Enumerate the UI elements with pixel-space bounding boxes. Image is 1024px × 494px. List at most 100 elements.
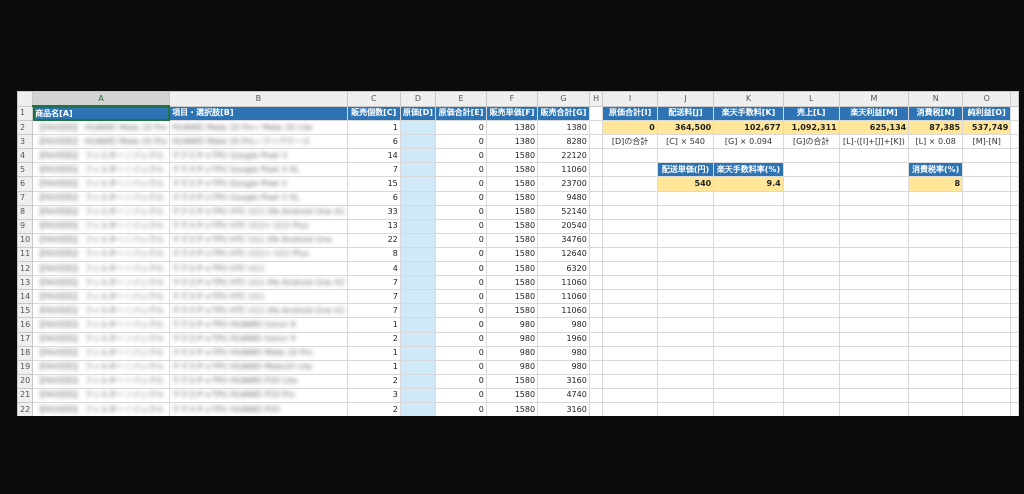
- product-cell-a[interactable]: 【FAX対応】 フィルター / バックル: [32, 387, 171, 403]
- product-cell-e[interactable]: 0: [435, 303, 487, 319]
- column-header-j[interactable]: J: [656, 91, 715, 107]
- cell[interactable]: [713, 289, 784, 305]
- product-cell-a[interactable]: 【FAX対応】 フィルター / バックル: [32, 359, 171, 375]
- product-cell-g[interactable]: 980: [537, 359, 590, 375]
- cell[interactable]: [713, 246, 784, 263]
- cell[interactable]: [588, 218, 604, 234]
- cell[interactable]: [908, 345, 964, 361]
- product-cell-f[interactable]: 1580: [485, 387, 539, 403]
- cell[interactable]: [602, 303, 658, 319]
- product-cell-e[interactable]: 0: [435, 373, 487, 389]
- product-cell-g[interactable]: 12640: [537, 246, 590, 263]
- product-cell-f[interactable]: 1580: [485, 303, 539, 319]
- cell[interactable]: [962, 317, 1012, 333]
- product-cell-c[interactable]: 7: [346, 303, 401, 319]
- cell[interactable]: [399, 289, 437, 305]
- cell[interactable]: [588, 373, 604, 389]
- product-cell-e[interactable]: 0: [435, 204, 487, 220]
- cell[interactable]: [908, 204, 964, 220]
- row-header[interactable]: 8: [17, 204, 34, 220]
- product-cell-c[interactable]: 1: [346, 359, 401, 375]
- cell[interactable]: [782, 359, 840, 375]
- cell[interactable]: [838, 387, 910, 403]
- product-cell-a[interactable]: 【FAX対応】 フィルター / バックル: [32, 246, 171, 263]
- cell[interactable]: [962, 331, 1012, 347]
- product-cell-f[interactable]: 1580: [485, 261, 539, 277]
- cell[interactable]: [399, 359, 437, 375]
- cell[interactable]: [656, 204, 715, 220]
- cell[interactable]: [713, 359, 784, 375]
- cell[interactable]: [656, 218, 715, 234]
- product-cell-e[interactable]: 0: [435, 148, 487, 164]
- cell[interactable]: [399, 246, 437, 263]
- product-cell-g[interactable]: 1960: [537, 331, 590, 347]
- product-cell-a[interactable]: 【FAX対応】 フィルター / バックル: [32, 331, 171, 347]
- cell[interactable]: [602, 345, 658, 361]
- row-header[interactable]: 12: [17, 261, 34, 277]
- cell[interactable]: [399, 134, 437, 150]
- cell[interactable]: [962, 190, 1012, 206]
- product-cell-e[interactable]: 0: [435, 289, 487, 305]
- cell[interactable]: [782, 289, 840, 305]
- product-cell-a[interactable]: 【FAX対応】 フィルター / バックル: [32, 373, 171, 389]
- product-cell-g[interactable]: 11060: [537, 289, 590, 305]
- cell[interactable]: [838, 289, 910, 305]
- row-header[interactable]: 18: [17, 345, 34, 361]
- cell[interactable]: [1010, 218, 1019, 234]
- cell[interactable]: [602, 401, 658, 416]
- ship-rate-label[interactable]: 配送単価(円): [656, 162, 715, 178]
- product-cell-f[interactable]: 1580: [485, 289, 539, 305]
- product-cell-f[interactable]: 1580: [485, 176, 539, 192]
- cell[interactable]: [602, 317, 658, 333]
- product-cell-c[interactable]: 22: [346, 232, 401, 248]
- cell[interactable]: [656, 190, 715, 206]
- product-cell-f[interactable]: 980: [485, 331, 539, 347]
- cell[interactable]: [602, 359, 658, 375]
- cell[interactable]: [962, 387, 1012, 403]
- column-header-k[interactable]: K: [713, 91, 784, 107]
- cell[interactable]: [782, 303, 840, 319]
- cell[interactable]: [588, 401, 604, 416]
- header-cell-f[interactable]: 販売単価[F]: [485, 105, 539, 122]
- header-cell-a[interactable]: 商品名[A]: [32, 105, 171, 122]
- cell[interactable]: [782, 232, 840, 248]
- cell[interactable]: [713, 204, 784, 220]
- product-cell-b[interactable]: テクスチャTPU HTC U11 life Android One X2: [169, 303, 348, 319]
- product-cell-a[interactable]: 【FAX対応】 フィルター / バックル: [32, 162, 171, 178]
- cell[interactable]: [588, 275, 604, 291]
- product-cell-e[interactable]: 0: [435, 246, 487, 263]
- spreadsheet[interactable]: A B C D E F G H I J K L M N O 1 商品名[A] 項目・選択肢[B] 販売個数[C] 原価…: [17, 91, 1019, 416]
- cell[interactable]: [838, 317, 910, 333]
- cell[interactable]: [602, 261, 658, 277]
- product-cell-f[interactable]: 1580: [485, 373, 539, 389]
- cell[interactable]: [962, 303, 1012, 319]
- product-cell-a[interactable]: 【FAX対応】 フィルター / バックル: [32, 218, 171, 234]
- cell[interactable]: [838, 148, 910, 164]
- cell[interactable]: [838, 401, 910, 416]
- product-cell-g[interactable]: 3160: [537, 401, 590, 416]
- product-cell-c[interactable]: 13: [346, 218, 401, 234]
- product-cell-f[interactable]: 1380: [485, 120, 539, 136]
- cell[interactable]: [782, 246, 840, 263]
- column-header-c[interactable]: C: [346, 91, 401, 107]
- formula-note-k[interactable]: [G] × 0.094: [713, 134, 784, 150]
- cell[interactable]: [713, 345, 784, 361]
- cell[interactable]: [602, 373, 658, 389]
- product-cell-b[interactable]: テクスチャTPU HUAWEI P20 Lite: [169, 373, 348, 389]
- header-cell-m[interactable]: 楽天利益[M]: [838, 105, 910, 122]
- cell[interactable]: [962, 345, 1012, 361]
- cell[interactable]: [908, 387, 964, 403]
- cell[interactable]: [399, 387, 437, 403]
- summary-value-j[interactable]: 364,500: [656, 120, 715, 136]
- cell[interactable]: [602, 232, 658, 248]
- product-cell-e[interactable]: 0: [435, 176, 487, 192]
- product-cell-a[interactable]: 【FAX対応】 フィルター / バックル: [32, 289, 171, 305]
- product-cell-g[interactable]: 11060: [537, 162, 590, 178]
- cell[interactable]: [782, 204, 840, 220]
- cell[interactable]: [588, 345, 604, 361]
- product-cell-b[interactable]: テクスチャTPU HUAWEI honor 9: [169, 331, 348, 347]
- cell[interactable]: [962, 289, 1012, 305]
- product-cell-a[interactable]: 【FAX対応】 フィルター / バックル: [32, 261, 171, 277]
- cell[interactable]: [399, 176, 437, 192]
- cell[interactable]: [399, 120, 437, 136]
